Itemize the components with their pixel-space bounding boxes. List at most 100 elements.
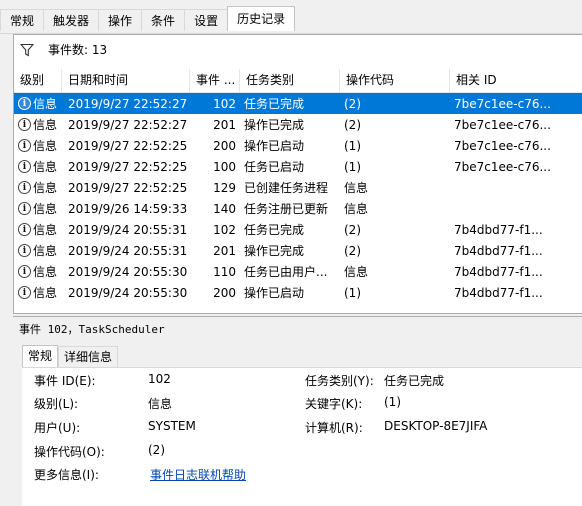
grid-header: 级别 日期和时间 事件 ... 任务类别 操作代码 相关 ID [14, 69, 582, 93]
task-category-label: 任务类别(Y): [305, 374, 374, 388]
level-cell: i 信息 [14, 221, 62, 238]
detail-tab-general[interactable]: 常规 [22, 345, 59, 367]
date-cell: 2019/9/27 22:52:25 [68, 138, 188, 153]
event-id-cell: 200 [213, 138, 236, 153]
event-id-cell: 102 [213, 96, 236, 111]
column-header-level[interactable]: 级别 [14, 69, 62, 92]
correlation-id-cell: 7b4dbd77-f1... [454, 222, 543, 237]
level-value: 信息 [148, 397, 173, 411]
date-cell: 2019/9/27 22:52:25 [68, 180, 188, 195]
date-cell: 2019/9/27 22:52:27 [68, 117, 188, 132]
task-category-cell: 任务已由用户... [244, 265, 328, 279]
tab-conditions[interactable]: 条件 [141, 9, 185, 31]
table-row[interactable]: i 信息 2019/9/26 14:59:33 140 任务注册已更新 信息 [14, 198, 582, 219]
tab-general[interactable]: 常规 [0, 9, 44, 31]
table-row[interactable]: i 信息 2019/9/27 22:52:25 129 已创建任务进程 信息 [14, 177, 582, 198]
tab-actions[interactable]: 操作 [98, 9, 142, 31]
info-icon: i [18, 118, 31, 131]
event-id-cell: 200 [213, 285, 236, 300]
tab-triggers[interactable]: 触发器 [43, 9, 99, 31]
level-label: 级别(L): [34, 397, 79, 411]
opcode-cell: 信息 [344, 265, 369, 279]
event-detail-title: 事件 102，TaskScheduler [19, 323, 165, 336]
task-category-cell: 任务注册已更新 [244, 202, 329, 216]
level-cell: i 信息 [14, 263, 62, 280]
column-header-opcode[interactable]: 操作代码 [340, 69, 450, 92]
detail-general-body: 事件 ID(E): 102 任务类别(Y): 任务已完成 级别(L): 信息 关… [22, 367, 582, 506]
level-text: 信息 [33, 223, 58, 237]
level-cell: i 信息 [14, 284, 62, 301]
task-category-cell: 已创建任务进程 [244, 181, 329, 195]
filter-icon[interactable] [20, 43, 34, 57]
table-row[interactable]: i 信息 2019/9/24 20:55:31 102 任务已完成 (2) 7b4dbd77… [14, 219, 582, 240]
date-cell: 2019/9/27 22:52:25 [68, 159, 188, 174]
table-row[interactable]: i 信息 2019/9/27 22:52:25 100 任务已启动 (1) 7be7c1ee… [14, 156, 582, 177]
user-label: 用户(U): [34, 421, 81, 435]
column-header-correlation-id[interactable]: 相关 ID [450, 69, 582, 92]
info-icon: i [18, 265, 31, 278]
table-row[interactable]: i 信息 2019/9/24 20:55:30 200 操作已启动 (1) 7b4dbd77… [14, 282, 582, 303]
table-row[interactable]: i 信息 2019/9/24 20:55:30 110 任务已由用户... 信息 7b4db… [14, 261, 582, 282]
event-id-cell: 201 [213, 117, 236, 132]
level-cell: i 信息 [14, 158, 62, 175]
info-icon: i [18, 223, 31, 236]
info-icon: i [18, 181, 31, 194]
opcode-cell: (2) [344, 96, 361, 111]
events-grid: 级别 日期和时间 事件 ... 任务类别 操作代码 相关 ID i 信息 2019/… [14, 69, 582, 303]
table-row[interactable]: i 信息 2019/9/27 22:52:25 200 操作已启动 (1) 7be7c1ee… [14, 135, 582, 156]
opcode-cell: (2) [344, 243, 361, 258]
date-cell: 2019/9/24 20:55:30 [68, 285, 188, 300]
user-value: SYSTEM [148, 419, 196, 433]
correlation-id-cell: 7b4dbd77-f1... [454, 285, 543, 300]
task-category-cell: 操作已启动 [244, 139, 305, 153]
filter-bar: 事件数: 13 [14, 35, 582, 64]
info-icon: i [18, 202, 31, 215]
task-category-cell: 任务已完成 [244, 223, 305, 237]
more-info-link[interactable]: 事件日志联机帮助 [150, 466, 246, 483]
table-row[interactable]: i 信息 2019/9/27 22:52:27 201 操作已完成 (2) 7be7c1ee… [14, 114, 582, 135]
event-id-cell: 100 [213, 159, 236, 174]
correlation-id-cell: 7be7c1ee-c76... [454, 138, 550, 153]
opcode-cell: 信息 [344, 181, 369, 195]
detail-tab-strip: 常规 详细信息 [22, 345, 119, 367]
computer-label: 计算机(R): [305, 421, 363, 435]
level-cell: i 信息 [14, 242, 62, 259]
properties-tab-strip: 常规 触发器 操作 条件 设置 历史记录 [0, 0, 582, 34]
opcode-value: (2) [148, 443, 165, 457]
column-header-event-id[interactable]: 事件 ... [190, 69, 240, 92]
column-header-task-category[interactable]: 任务类别 [240, 69, 340, 92]
level-text: 信息 [33, 181, 58, 195]
event-rows: i 信息 2019/9/27 22:52:27 102 任务已完成 (2) 7be7c1ee… [14, 93, 582, 303]
event-count-label: 事件数: 13 [48, 43, 108, 57]
level-cell: i 信息 [14, 179, 62, 196]
date-cell: 2019/9/24 20:55:31 [68, 243, 188, 258]
level-text: 信息 [33, 160, 58, 174]
task-category-cell: 操作已完成 [244, 244, 305, 258]
date-cell: 2019/9/24 20:55:30 [68, 264, 188, 279]
opcode-cell: (1) [344, 159, 361, 174]
table-row[interactable]: i 信息 2019/9/27 22:52:27 102 任务已完成 (2) 7be7c1ee… [14, 93, 582, 114]
keywords-label: 关键字(K): [305, 397, 363, 411]
level-text: 信息 [33, 139, 58, 153]
level-text: 信息 [33, 97, 58, 111]
table-row[interactable]: i 信息 2019/9/24 20:55:31 201 操作已完成 (2) 7b4dbd77… [14, 240, 582, 261]
column-header-date[interactable]: 日期和时间 [62, 69, 190, 92]
detail-tab-details[interactable]: 详细信息 [58, 346, 119, 367]
level-cell: i 信息 [14, 200, 62, 217]
opcode-cell: (1) [344, 138, 361, 153]
info-icon: i [18, 244, 31, 257]
level-text: 信息 [33, 265, 58, 279]
task-category-cell: 操作已完成 [244, 118, 305, 132]
correlation-id-cell: 7be7c1ee-c76... [454, 117, 550, 132]
correlation-id-cell: 7be7c1ee-c76... [454, 96, 550, 111]
opcode-cell: (1) [344, 285, 361, 300]
info-icon: i [18, 97, 31, 110]
info-icon: i [18, 139, 31, 152]
task-category-cell: 任务已完成 [244, 97, 305, 111]
tab-history[interactable]: 历史记录 [227, 6, 296, 31]
event-id-label: 事件 ID(E): [34, 374, 96, 388]
tab-settings[interactable]: 设置 [184, 9, 228, 31]
level-text: 信息 [33, 202, 58, 216]
event-id-cell: 110 [213, 264, 236, 279]
correlation-id-cell: 7b4dbd77-f1... [454, 243, 543, 258]
